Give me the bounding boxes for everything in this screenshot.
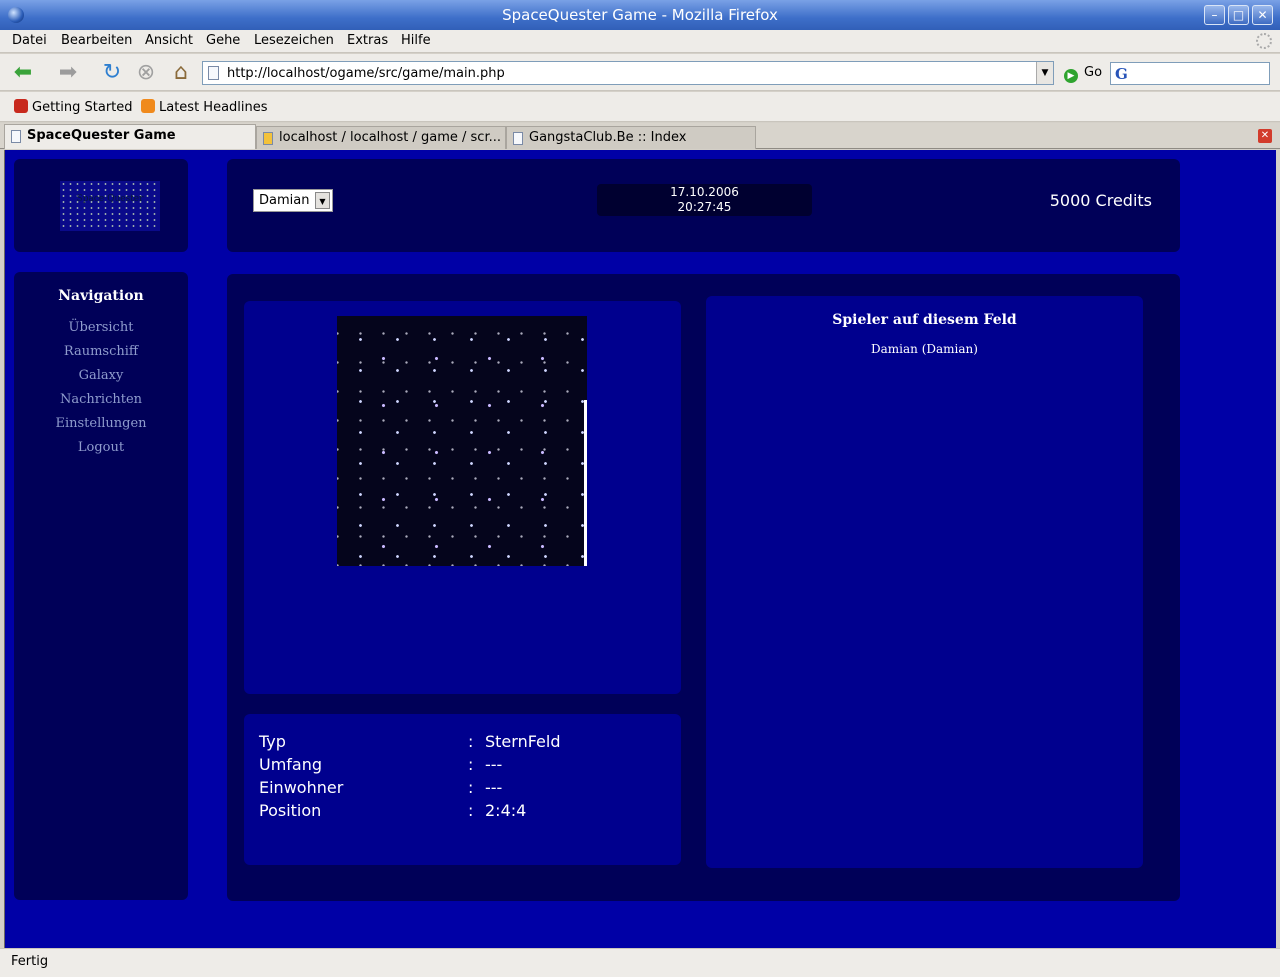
info-separator: : xyxy=(468,755,474,774)
info-label: Einwohner xyxy=(259,778,344,797)
firefox-icon xyxy=(14,99,28,113)
info-row-typ: Typ : SternFeld xyxy=(259,732,689,755)
tab-label: GangstaClub.Be :: Index xyxy=(529,130,687,145)
player-select-value: Damian xyxy=(259,193,310,208)
main-panel: Typ : SternFeld Umfang : --- Einwohner :… xyxy=(227,274,1180,901)
go-label: Go xyxy=(1084,65,1103,80)
nav-link-einstellungen[interactable]: Einstellungen xyxy=(14,412,188,436)
minimize-button[interactable]: – xyxy=(1204,5,1225,25)
url-dropdown-icon[interactable]: ▼ xyxy=(1036,62,1053,84)
menu-ansicht[interactable]: Ansicht xyxy=(145,33,193,48)
status-text: Fertig xyxy=(11,954,49,969)
tab-phpmyadmin[interactable]: localhost / localhost / game / scr... xyxy=(256,126,506,149)
navigation-toolbar: ⬅ ➡ ↻ ⊗ ⌂ ▼ ▶ Go G xyxy=(0,54,1280,91)
reload-icon[interactable]: ↻ xyxy=(99,60,125,86)
maximize-button[interactable]: □ xyxy=(1228,5,1249,25)
page-icon xyxy=(208,66,219,80)
info-label: Umfang xyxy=(259,755,323,774)
info-label: Position xyxy=(259,801,322,820)
forward-icon[interactable]: ➡ xyxy=(55,60,81,86)
menu-hilfe[interactable]: Hilfe xyxy=(401,33,431,48)
tab-label: localhost / localhost / game / scr... xyxy=(279,130,501,145)
info-value: SternFeld xyxy=(485,732,561,751)
bookmark-latest-headlines[interactable]: Latest Headlines xyxy=(141,99,268,115)
server-clock: 17.10.2006 20:27:45 xyxy=(597,184,812,216)
info-separator: : xyxy=(468,732,474,751)
nav-link-nachrichten[interactable]: Nachrichten xyxy=(14,388,188,412)
clock-time: 20:27:45 xyxy=(677,200,732,214)
credits-display: 5000 Credits xyxy=(1049,191,1152,210)
navigation-panel: Navigation Übersicht Raumschiff Galaxy N… xyxy=(14,272,188,900)
back-icon[interactable]: ⬅ xyxy=(10,60,36,86)
url-bar[interactable]: ▼ xyxy=(202,61,1054,85)
nav-link-raumschiff[interactable]: Raumschiff xyxy=(14,340,188,364)
logo-panel: Space Quester xyxy=(14,159,188,252)
info-separator: : xyxy=(468,778,474,797)
throbber-icon xyxy=(1256,33,1272,49)
players-box: Spieler auf diesem Feld Damian (Damian) xyxy=(706,296,1143,868)
menubar: Datei Bearbeiten Ansicht Gehe Lesezeiche… xyxy=(0,30,1280,53)
nav-link-galaxy[interactable]: Galaxy xyxy=(14,364,188,388)
go-button[interactable]: ▶ Go xyxy=(1064,65,1102,83)
menu-lesezeichen[interactable]: Lesezeichen xyxy=(254,33,334,48)
info-row-umfang: Umfang : --- xyxy=(259,755,689,778)
tab-label: SpaceQuester Game xyxy=(27,128,176,143)
bookmarks-toolbar: Getting Started Latest Headlines xyxy=(0,92,1280,122)
home-icon[interactable]: ⌂ xyxy=(168,60,194,86)
navigation-title: Navigation xyxy=(58,288,144,304)
go-icon: ▶ xyxy=(1064,69,1078,83)
clock-date: 17.10.2006 xyxy=(670,185,739,199)
search-box[interactable]: G xyxy=(1110,62,1270,85)
player-select[interactable]: Damian ▼ xyxy=(253,189,333,212)
bookmark-getting-started[interactable]: Getting Started xyxy=(14,99,133,115)
player-entry: Damian (Damian) xyxy=(871,342,978,356)
url-input[interactable] xyxy=(227,64,1027,82)
info-label: Typ xyxy=(259,732,286,751)
close-tab-icon[interactable]: ✕ xyxy=(1258,129,1272,143)
rss-icon xyxy=(141,99,155,113)
bookmark-label: Getting Started xyxy=(32,100,133,115)
close-button[interactable]: ✕ xyxy=(1252,5,1273,25)
game-logo[interactable]: Space Quester xyxy=(60,181,160,231)
info-value: 2:4:4 xyxy=(485,801,527,820)
starfield-image xyxy=(337,316,587,566)
phpmyadmin-icon xyxy=(263,132,273,145)
menu-extras[interactable]: Extras xyxy=(347,33,388,48)
page-icon xyxy=(11,130,21,143)
page-icon xyxy=(513,132,523,145)
field-image-box xyxy=(244,301,681,694)
nav-link-uebersicht[interactable]: Übersicht xyxy=(14,316,188,340)
status-bar: Fertig xyxy=(0,948,1280,977)
page-content: Space Quester Damian ▼ 17.10.2006 20:27:… xyxy=(4,150,1276,948)
bookmark-label: Latest Headlines xyxy=(159,100,268,115)
tab-gangstaclub[interactable]: GangstaClub.Be :: Index xyxy=(506,126,756,149)
logo-text: Space Quester xyxy=(76,194,144,204)
players-title: Spieler auf diesem Feld xyxy=(832,312,1017,328)
window-title: SpaceQuester Game - Mozilla Firefox xyxy=(502,6,778,24)
info-value: --- xyxy=(485,755,503,774)
google-icon: G xyxy=(1115,65,1128,83)
field-info-box: Typ : SternFeld Umfang : --- Einwohner :… xyxy=(244,714,681,865)
chevron-down-icon: ▼ xyxy=(315,192,330,209)
info-row-position: Position : 2:4:4 xyxy=(259,801,689,824)
tab-spacequester[interactable]: SpaceQuester Game xyxy=(4,124,256,149)
nav-link-logout[interactable]: Logout xyxy=(14,436,188,460)
tab-strip: SpaceQuester Game localhost / localhost … xyxy=(0,123,1280,149)
window-titlebar: SpaceQuester Game - Mozilla Firefox – □ … xyxy=(0,0,1280,30)
menu-gehe[interactable]: Gehe xyxy=(206,33,240,48)
info-row-einwohner: Einwohner : --- xyxy=(259,778,689,801)
stop-icon[interactable]: ⊗ xyxy=(133,60,159,86)
info-value: --- xyxy=(485,778,503,797)
menu-bearbeiten[interactable]: Bearbeiten xyxy=(61,33,132,48)
info-separator: : xyxy=(468,801,474,820)
menu-datei[interactable]: Datei xyxy=(12,33,47,48)
header-panel: Damian ▼ 17.10.2006 20:27:45 5000 Credit… xyxy=(227,159,1180,252)
